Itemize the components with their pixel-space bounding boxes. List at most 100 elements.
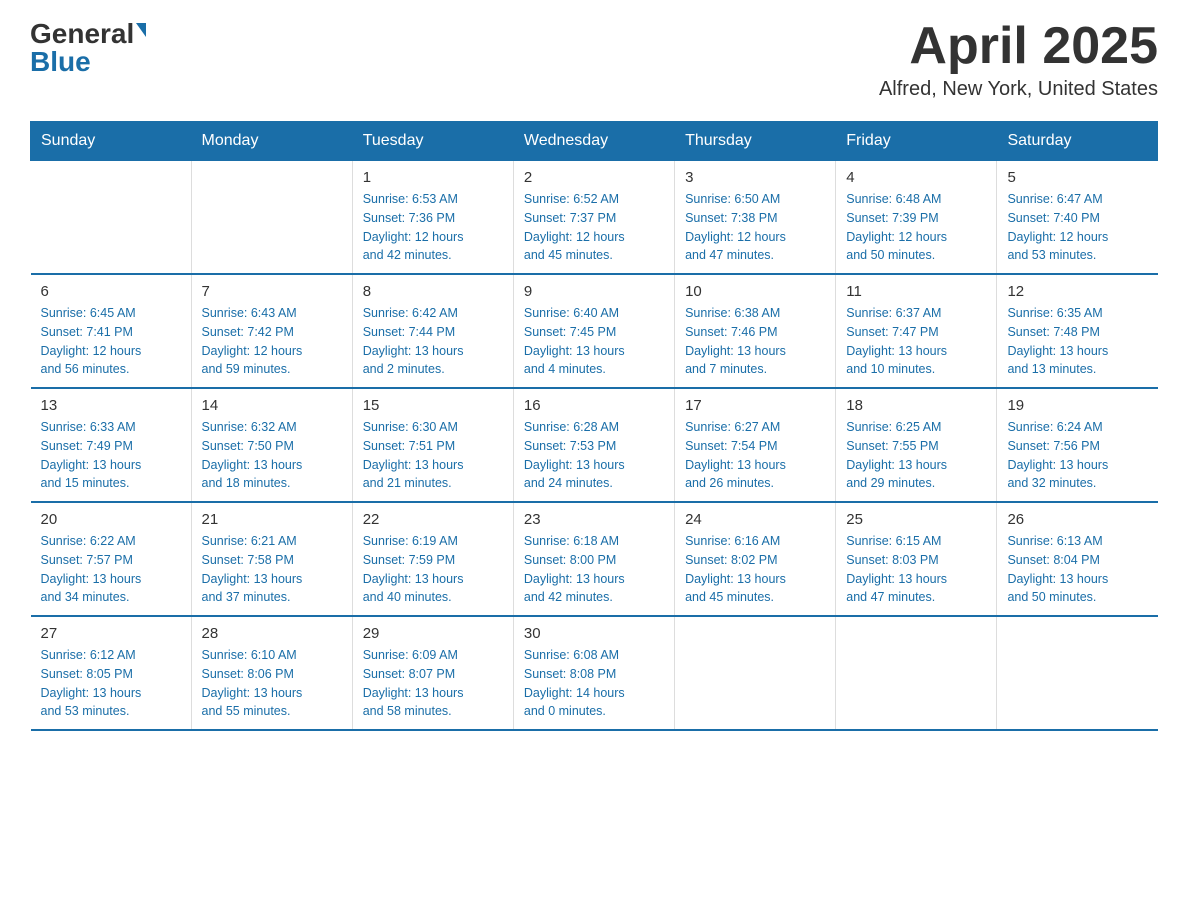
day-number: 12: [1007, 283, 1147, 300]
day-info: Sunrise: 6:28 AM Sunset: 7:53 PM Dayligh…: [524, 418, 664, 493]
calendar-cell: 16 Sunrise: 6:28 AM Sunset: 7:53 PM Dayli…: [513, 388, 674, 502]
day-number: 10: [685, 283, 825, 300]
calendar-cell: 23 Sunrise: 6:18 AM Sunset: 8:00 PM Dayli…: [513, 502, 674, 616]
day-info: Sunrise: 6:40 AM Sunset: 7:45 PM Dayligh…: [524, 304, 664, 379]
calendar-cell: [191, 161, 352, 275]
calendar-cell: 30Sunrise: 6:08 AM Sunset: 8:08 PM Dayli…: [513, 616, 674, 730]
day-info: Sunrise: 6:27 AM Sunset: 7:54 PM Dayligh…: [685, 418, 825, 493]
day-number: 19: [1007, 397, 1147, 414]
day-info: Sunrise: 6:50 AM Sunset: 7:38 PM Dayligh…: [685, 190, 825, 265]
day-info: Sunrise: 6:43 AM Sunset: 7:42 PM Dayligh…: [202, 304, 342, 379]
day-number: 26: [1007, 511, 1147, 528]
page-header: General Blue April 2025 Alfred, New York…: [30, 20, 1158, 101]
day-number: 9: [524, 283, 664, 300]
day-info: Sunrise: 6:16 AM Sunset: 8:02 PM Dayligh…: [685, 532, 825, 607]
weekday-header-sunday: Sunday: [31, 122, 192, 161]
day-info: Sunrise: 6:37 AM Sunset: 7:47 PM Dayligh…: [846, 304, 986, 379]
calendar-cell: 10 Sunrise: 6:38 AM Sunset: 7:46 PM Dayli…: [675, 274, 836, 388]
calendar-cell: 5 Sunrise: 6:47 AM Sunset: 7:40 PM Daylig…: [997, 161, 1158, 275]
weekday-header-tuesday: Tuesday: [352, 122, 513, 161]
day-info: Sunrise: 6:30 AM Sunset: 7:51 PM Dayligh…: [363, 418, 503, 493]
day-number: 24: [685, 511, 825, 528]
day-info: Sunrise: 6:08 AM Sunset: 8:08 PM Dayligh…: [524, 646, 664, 721]
calendar-cell: 22Sunrise: 6:19 AM Sunset: 7:59 PM Dayli…: [352, 502, 513, 616]
calendar-cell: 9 Sunrise: 6:40 AM Sunset: 7:45 PM Daylig…: [513, 274, 674, 388]
calendar-cell: 20Sunrise: 6:22 AM Sunset: 7:57 PM Dayli…: [31, 502, 192, 616]
calendar-cell: 1Sunrise: 6:53 AM Sunset: 7:36 PM Daylig…: [352, 161, 513, 275]
calendar-cell: [997, 616, 1158, 730]
weekday-header-row: SundayMondayTuesdayWednesdayThursdayFrid…: [31, 122, 1158, 161]
day-info: Sunrise: 6:15 AM Sunset: 8:03 PM Dayligh…: [846, 532, 986, 607]
day-info: Sunrise: 6:38 AM Sunset: 7:46 PM Dayligh…: [685, 304, 825, 379]
calendar-cell: [675, 616, 836, 730]
day-info: Sunrise: 6:24 AM Sunset: 7:56 PM Dayligh…: [1007, 418, 1147, 493]
day-number: 14: [202, 397, 342, 414]
calendar-cell: 25 Sunrise: 6:15 AM Sunset: 8:03 PM Dayli…: [836, 502, 997, 616]
logo: General Blue: [30, 20, 146, 76]
day-number: 5: [1007, 169, 1147, 186]
calendar-week-row: 27Sunrise: 6:12 AM Sunset: 8:05 PM Dayli…: [31, 616, 1158, 730]
calendar-week-row: 13Sunrise: 6:33 AM Sunset: 7:49 PM Dayli…: [31, 388, 1158, 502]
day-info: Sunrise: 6:21 AM Sunset: 7:58 PM Dayligh…: [202, 532, 342, 607]
calendar-cell: 24 Sunrise: 6:16 AM Sunset: 8:02 PM Dayli…: [675, 502, 836, 616]
day-number: 13: [41, 397, 181, 414]
day-number: 1: [363, 169, 503, 186]
day-info: Sunrise: 6:25 AM Sunset: 7:55 PM Dayligh…: [846, 418, 986, 493]
calendar-week-row: 1Sunrise: 6:53 AM Sunset: 7:36 PM Daylig…: [31, 161, 1158, 275]
day-number: 25: [846, 511, 986, 528]
day-number: 11: [846, 283, 986, 300]
day-number: 15: [363, 397, 503, 414]
calendar-cell: 2Sunrise: 6:52 AM Sunset: 7:37 PM Daylig…: [513, 161, 674, 275]
day-number: 27: [41, 625, 181, 642]
calendar-cell: 12 Sunrise: 6:35 AM Sunset: 7:48 PM Dayli…: [997, 274, 1158, 388]
day-number: 8: [363, 283, 503, 300]
day-number: 16: [524, 397, 664, 414]
day-info: Sunrise: 6:35 AM Sunset: 7:48 PM Dayligh…: [1007, 304, 1147, 379]
calendar-cell: 29Sunrise: 6:09 AM Sunset: 8:07 PM Dayli…: [352, 616, 513, 730]
calendar-cell: 4Sunrise: 6:48 AM Sunset: 7:39 PM Daylig…: [836, 161, 997, 275]
day-info: Sunrise: 6:48 AM Sunset: 7:39 PM Dayligh…: [846, 190, 986, 265]
calendar-cell: 27Sunrise: 6:12 AM Sunset: 8:05 PM Dayli…: [31, 616, 192, 730]
weekday-header-friday: Friday: [836, 122, 997, 161]
calendar-header: SundayMondayTuesdayWednesdayThursdayFrid…: [31, 122, 1158, 161]
calendar-week-row: 6 Sunrise: 6:45 AM Sunset: 7:41 PM Daylig…: [31, 274, 1158, 388]
calendar-cell: 13Sunrise: 6:33 AM Sunset: 7:49 PM Dayli…: [31, 388, 192, 502]
calendar-cell: 18 Sunrise: 6:25 AM Sunset: 7:55 PM Dayli…: [836, 388, 997, 502]
day-info: Sunrise: 6:42 AM Sunset: 7:44 PM Dayligh…: [363, 304, 503, 379]
calendar-week-row: 20Sunrise: 6:22 AM Sunset: 7:57 PM Dayli…: [31, 502, 1158, 616]
calendar-cell: 28 Sunrise: 6:10 AM Sunset: 8:06 PM Dayli…: [191, 616, 352, 730]
weekday-header-monday: Monday: [191, 122, 352, 161]
day-info: Sunrise: 6:18 AM Sunset: 8:00 PM Dayligh…: [524, 532, 664, 607]
calendar-body: 1Sunrise: 6:53 AM Sunset: 7:36 PM Daylig…: [31, 161, 1158, 731]
logo-text-blue: Blue: [30, 48, 91, 76]
calendar-cell: [31, 161, 192, 275]
calendar-cell: [836, 616, 997, 730]
day-info: Sunrise: 6:47 AM Sunset: 7:40 PM Dayligh…: [1007, 190, 1147, 265]
day-info: Sunrise: 6:32 AM Sunset: 7:50 PM Dayligh…: [202, 418, 342, 493]
logo-triangle-icon: [136, 23, 146, 37]
weekday-header-wednesday: Wednesday: [513, 122, 674, 161]
day-number: 2: [524, 169, 664, 186]
day-number: 6: [41, 283, 181, 300]
calendar-cell: 11 Sunrise: 6:37 AM Sunset: 7:47 PM Dayli…: [836, 274, 997, 388]
calendar-table: SundayMondayTuesdayWednesdayThursdayFrid…: [30, 121, 1158, 731]
day-number: 28: [202, 625, 342, 642]
day-number: 3: [685, 169, 825, 186]
day-number: 17: [685, 397, 825, 414]
day-number: 23: [524, 511, 664, 528]
calendar-cell: 3 Sunrise: 6:50 AM Sunset: 7:38 PM Daylig…: [675, 161, 836, 275]
day-info: Sunrise: 6:13 AM Sunset: 8:04 PM Dayligh…: [1007, 532, 1147, 607]
day-number: 18: [846, 397, 986, 414]
weekday-header-saturday: Saturday: [997, 122, 1158, 161]
logo-text-general: General: [30, 20, 134, 48]
day-number: 7: [202, 283, 342, 300]
calendar-cell: 8 Sunrise: 6:42 AM Sunset: 7:44 PM Daylig…: [352, 274, 513, 388]
calendar-cell: 17 Sunrise: 6:27 AM Sunset: 7:54 PM Dayli…: [675, 388, 836, 502]
calendar-cell: 6 Sunrise: 6:45 AM Sunset: 7:41 PM Daylig…: [31, 274, 192, 388]
day-number: 22: [363, 511, 503, 528]
calendar-cell: 7 Sunrise: 6:43 AM Sunset: 7:42 PM Daylig…: [191, 274, 352, 388]
day-info: Sunrise: 6:10 AM Sunset: 8:06 PM Dayligh…: [202, 646, 342, 721]
calendar-cell: 14 Sunrise: 6:32 AM Sunset: 7:50 PM Dayli…: [191, 388, 352, 502]
calendar-cell: 21Sunrise: 6:21 AM Sunset: 7:58 PM Dayli…: [191, 502, 352, 616]
day-info: Sunrise: 6:45 AM Sunset: 7:41 PM Dayligh…: [41, 304, 181, 379]
